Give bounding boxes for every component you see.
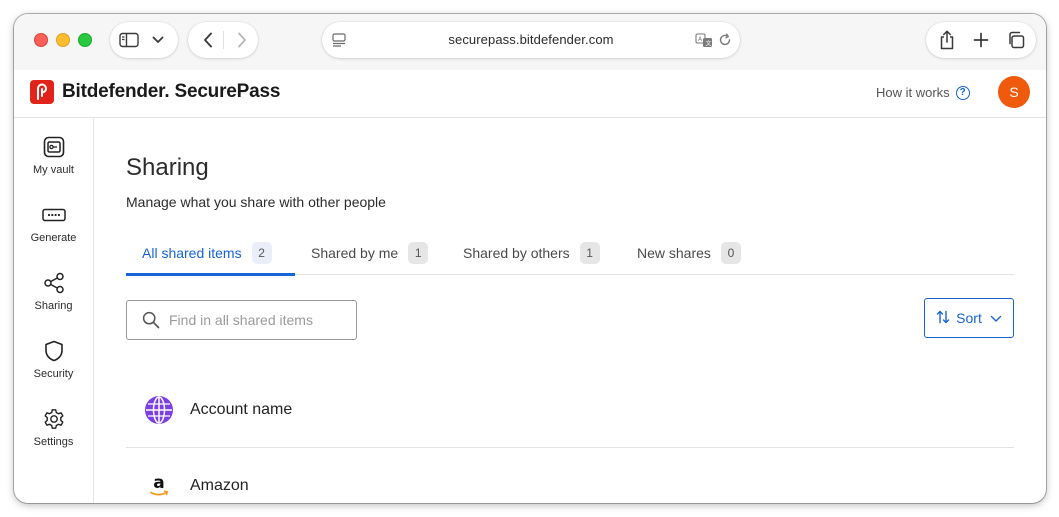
close-window-button[interactable] [34, 33, 48, 47]
new-tab-plus-icon[interactable] [971, 30, 991, 50]
share-icon [41, 270, 67, 296]
shield-icon [41, 338, 67, 364]
search-box[interactable] [126, 300, 357, 340]
sort-label: Sort [956, 310, 982, 326]
main-content: Sharing Manage what you share with other… [95, 118, 1046, 503]
nav-label: My vault [33, 164, 74, 176]
forward-arrow-icon[interactable] [232, 30, 252, 50]
nav-divider [223, 31, 224, 49]
tab-overview-icon[interactable] [1006, 30, 1026, 50]
bitdefender-logo-icon [30, 80, 54, 104]
nav-item-settings[interactable]: Settings [14, 406, 93, 466]
chevron-down-icon[interactable] [150, 32, 166, 48]
left-nav: My vault Generate Sharing Security Setti… [14, 118, 94, 503]
reload-icon[interactable] [716, 31, 734, 49]
svg-text:A: A [698, 36, 703, 43]
browser-window: securepass.bitdefender.com A文 Bitdefende… [14, 14, 1046, 503]
nav-item-generate[interactable]: Generate [14, 202, 93, 262]
how-it-works-link[interactable]: How it works ? [876, 85, 970, 100]
tab-shared-by-me[interactable]: Shared by me 1 [311, 231, 429, 275]
sort-button[interactable]: Sort [924, 298, 1014, 338]
tab-count-badge: 0 [720, 242, 741, 264]
amazon-logo-icon: a [143, 470, 175, 502]
tab-label: New shares [637, 245, 711, 261]
list-item[interactable]: Account name [126, 372, 1014, 448]
sharing-tabs: All shared items 2 Shared by me 1 Shared… [126, 231, 1014, 276]
nav-label: Settings [33, 436, 74, 448]
brand[interactable]: Bitdefender. SecurePass [30, 80, 280, 104]
item-name: Amazon [190, 477, 249, 494]
nav-label: Sharing [34, 300, 73, 312]
nav-item-my-vault[interactable]: My vault [14, 134, 93, 194]
user-avatar[interactable]: S [998, 76, 1030, 108]
nav-item-security[interactable]: Security [14, 338, 93, 398]
browser-toolbar: securepass.bitdefender.com A文 [14, 14, 1046, 70]
shared-items-list: Account name a Amazon [126, 372, 1014, 503]
item-name: Account name [190, 400, 293, 418]
tab-shared-by-others[interactable]: Shared by others 1 [463, 231, 600, 275]
search-input[interactable] [169, 312, 349, 328]
search-icon [141, 310, 161, 330]
fullscreen-window-button[interactable] [78, 33, 92, 47]
url-text[interactable]: securepass.bitdefender.com [322, 32, 740, 47]
back-arrow-icon[interactable] [198, 30, 218, 50]
help-circle-icon: ? [955, 85, 970, 100]
tab-all-shared-items[interactable]: All shared items 2 [126, 231, 295, 276]
chevron-down-icon [990, 310, 1002, 326]
app-header: Bitdefender. SecurePass How it works ? S [14, 70, 1046, 118]
tab-new-shares[interactable]: New shares 0 [637, 231, 741, 275]
sidebar-icon[interactable] [118, 30, 140, 50]
sidebar-toggle-group [110, 22, 178, 58]
vault-icon [41, 134, 67, 160]
sort-arrows-icon [936, 310, 950, 327]
share-sheet-icon[interactable] [936, 29, 958, 51]
password-generate-icon [41, 202, 67, 228]
tab-label: Shared by others [463, 245, 570, 261]
browser-actions-group [926, 22, 1036, 58]
page-title: Sharing [126, 154, 209, 181]
nav-label: Security [33, 368, 74, 380]
translate-icon[interactable]: A文 [694, 31, 714, 49]
tab-count-badge: 1 [408, 242, 429, 264]
address-bar[interactable]: securepass.bitdefender.com A文 [322, 22, 740, 58]
nav-label: Generate [30, 232, 77, 244]
minimize-window-button[interactable] [56, 33, 70, 47]
list-item[interactable]: a Amazon [126, 448, 1014, 503]
tab-label: Shared by me [311, 245, 399, 261]
history-nav-group [188, 22, 258, 58]
page-subtitle: Manage what you share with other people [126, 194, 386, 210]
svg-text:文: 文 [706, 39, 712, 47]
tab-label: All shared items [142, 245, 242, 261]
gear-icon [41, 406, 67, 432]
nav-item-sharing[interactable]: Sharing [14, 270, 93, 330]
globe-icon [143, 394, 175, 426]
svg-text:a: a [153, 473, 164, 493]
brand-name: Bitdefender. SecurePass [62, 81, 281, 102]
tab-count-badge: 2 [251, 242, 272, 264]
tab-count-badge: 1 [579, 242, 600, 264]
how-it-works-label: How it works [876, 85, 950, 100]
